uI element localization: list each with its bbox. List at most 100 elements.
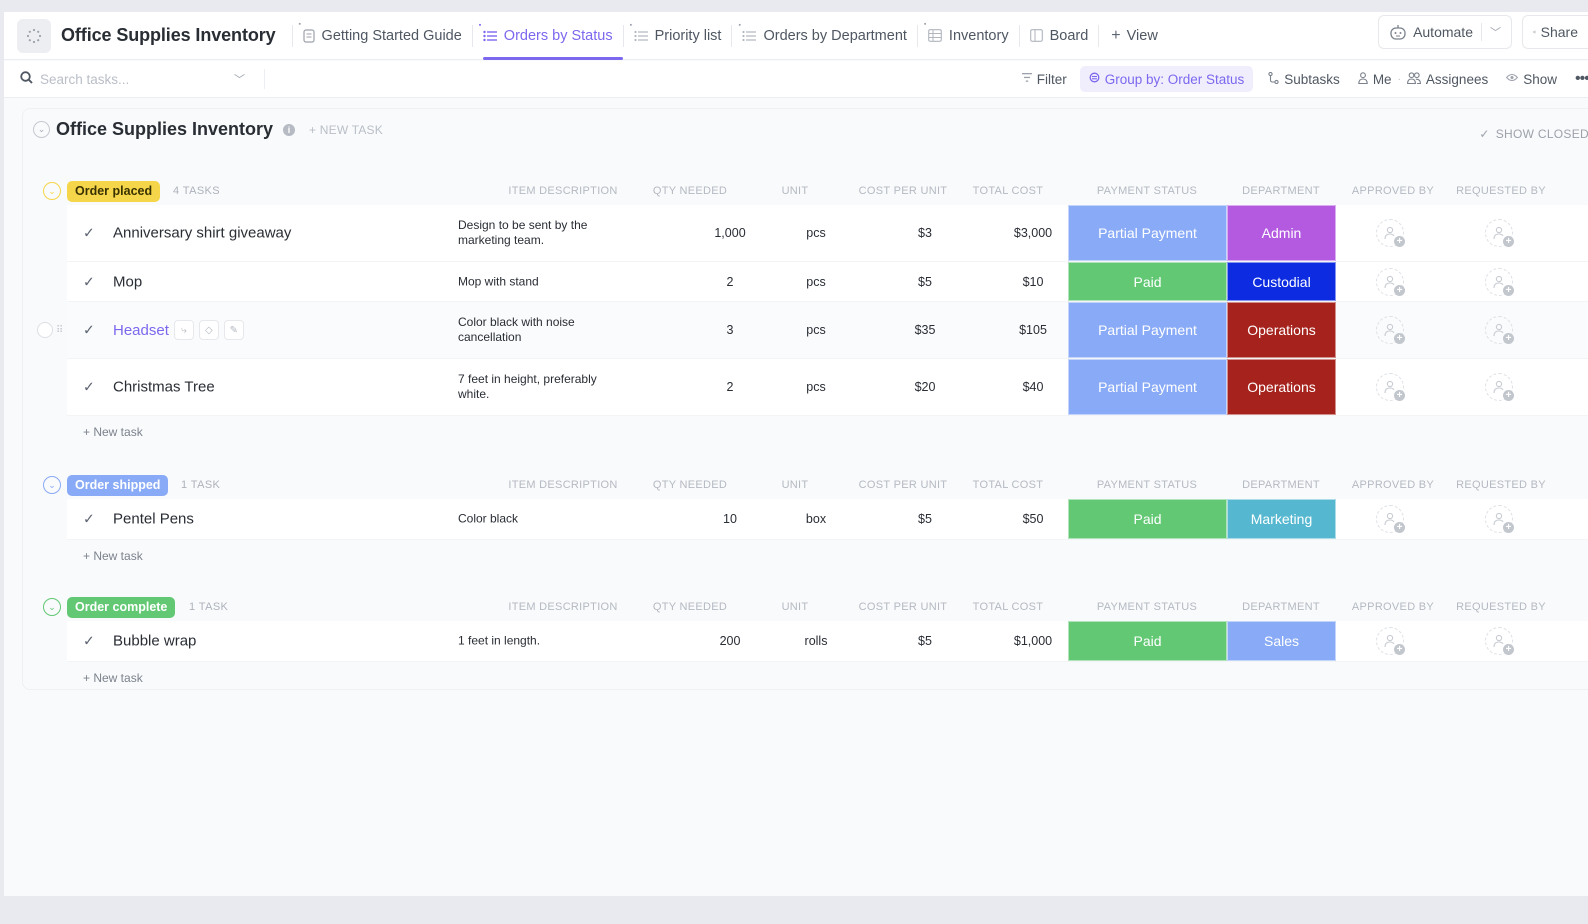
requested-by-avatar[interactable]: + [1485,627,1514,655]
column-header-qty-needed[interactable]: QTY NEEDED [645,479,735,491]
tab-board[interactable]: Board [1020,12,1099,60]
column-header-unit[interactable]: UNIT [775,185,815,197]
column-header-qty-needed[interactable]: QTY NEEDED [645,185,735,197]
qty-needed-cell[interactable]: 2 [685,380,775,394]
task-row[interactable]: ✓ Mop Mop with stand 2 pcs $5 $10 Paid Custodial… [67,262,1588,302]
payment-status-pill[interactable]: Partial Payment [1068,359,1227,415]
cost-per-unit-cell[interactable]: $5 [885,512,965,526]
approved-by-avatar[interactable]: + [1376,316,1405,344]
tag-icon[interactable]: ◇ [198,320,219,340]
cost-per-unit-cell[interactable]: $5 [885,634,965,648]
payment-status-pill[interactable]: Paid [1068,499,1227,539]
column-header-approved-by[interactable]: APPROVED BY [1343,185,1443,197]
payment-status-pill[interactable]: Paid [1068,262,1227,301]
space-icon[interactable] [17,18,51,53]
tab-orders-by-status[interactable]: ▪ Orders by Status [473,12,623,60]
collapse-group-toggle[interactable]: ⌄ [43,476,61,494]
task-status-check-icon[interactable]: ✓ [83,225,95,242]
task-name[interactable]: Mop [113,273,142,290]
task-status-check-icon[interactable]: ✓ [83,273,95,290]
item-description-cell[interactable]: Mop with stand [458,274,628,289]
payment-status-pill[interactable]: Partial Payment [1068,302,1227,358]
task-row[interactable]: ✓ Christmas Tree 7 feet in height, prefera… [67,359,1588,416]
column-header-cost-per-unit[interactable]: COST PER UNIT [853,479,953,491]
requested-by-avatar[interactable]: + [1485,267,1514,296]
subtasks-button[interactable]: Subtasks [1259,71,1349,87]
approved-by-avatar[interactable]: + [1376,505,1405,533]
search-input[interactable] [40,71,230,87]
total-cost-cell[interactable]: $1,000 [993,634,1073,648]
task-row[interactable]: ✓ Anniversary shirt giveaway Design to be … [67,205,1588,262]
column-header-cost-per-unit[interactable]: COST PER UNIT [853,185,953,197]
new-task-header-button[interactable]: + NEW TASK [309,123,383,137]
column-header-item-description[interactable]: ITEM DESCRIPTION [488,479,638,491]
task-status-check-icon[interactable]: ✓ [83,633,95,650]
column-header-item-description[interactable]: ITEM DESCRIPTION [488,185,638,197]
column-header-total-cost[interactable]: TOTAL COST [968,479,1048,491]
cost-per-unit-cell[interactable]: $3 [885,226,965,240]
task-name-text[interactable]: Bubble wrap [113,633,196,650]
group-by-button[interactable]: Group by: Order Status [1079,66,1254,92]
edit-pencil-icon[interactable]: ✎ [223,320,244,340]
task-name-text[interactable]: Headset [113,322,169,339]
department-pill[interactable]: Operations [1227,359,1336,415]
tab-orders-by-department[interactable]: ▪ Orders by Department [732,12,916,60]
department-pill[interactable]: Admin [1227,205,1336,261]
show-closed-toggle[interactable]: ✓ SHOW CLOSED [1479,127,1588,141]
row-select-handle[interactable]: ⠿ [37,322,63,338]
automate-button[interactable]: Automate ﹀ [1378,15,1512,49]
column-header-requested-by[interactable]: REQUESTED BY [1451,185,1551,197]
approved-by-avatar[interactable]: + [1376,373,1405,401]
task-name[interactable]: Christmas Tree [113,379,215,396]
collapse-group-toggle[interactable]: ⌄ [43,182,61,200]
payment-status-pill[interactable]: Paid [1068,621,1227,661]
task-row[interactable]: ✓ Bubble wrap 1 feet in length. 200 rolls $5 $… [67,621,1588,662]
unit-cell[interactable]: pcs [795,275,837,289]
requested-by-avatar[interactable]: + [1485,219,1514,247]
collapse-list-toggle[interactable]: ⌄ [33,121,50,138]
task-row[interactable]: ✓ Pentel Pens Color black 10 box $5 $50 Paid Mar… [67,499,1588,540]
task-name-text[interactable]: Anniversary shirt giveaway [113,225,291,242]
department-pill[interactable]: Sales [1227,621,1336,661]
me-filter-button[interactable]: Me [1349,72,1401,87]
requested-by-avatar[interactable]: + [1485,373,1514,401]
unit-cell[interactable]: box [795,512,837,526]
total-cost-cell[interactable]: $40 [993,380,1073,394]
cost-per-unit-cell[interactable]: $20 [885,380,965,394]
task-name-text[interactable]: Pentel Pens [113,511,194,528]
column-header-department[interactable]: DEPARTMENT [1227,185,1335,197]
column-header-total-cost[interactable]: TOTAL COST [968,601,1048,613]
cost-per-unit-cell[interactable]: $35 [885,323,965,337]
task-name-text[interactable]: Mop [113,273,142,290]
cost-per-unit-cell[interactable]: $5 [885,275,965,289]
drag-handle-icon[interactable]: ⠿ [56,325,63,336]
subtask-icon[interactable]: ⤷ [173,320,194,340]
new-task-button[interactable]: + New task [83,662,1588,694]
qty-needed-cell[interactable]: 1,000 [685,226,775,240]
column-header-payment-status[interactable]: PAYMENT STATUS [1068,185,1226,197]
column-header-approved-by[interactable]: APPROVED BY [1343,601,1443,613]
new-task-button[interactable]: + New task [83,540,1588,572]
column-header-unit[interactable]: UNIT [775,601,815,613]
status-badge[interactable]: Order shipped [67,474,169,496]
department-pill[interactable]: Operations [1227,302,1336,358]
approved-by-avatar[interactable]: + [1376,219,1405,247]
unit-cell[interactable]: rolls [795,634,837,648]
tab-priority-list[interactable]: ▪ Priority list [624,12,732,60]
total-cost-cell[interactable]: $3,000 [993,226,1073,240]
task-status-check-icon[interactable]: ✓ [83,379,95,396]
requested-by-avatar[interactable]: + [1485,316,1514,344]
share-button[interactable]: Share [1522,15,1588,49]
column-header-department[interactable]: DEPARTMENT [1227,479,1335,491]
requested-by-avatar[interactable]: + [1485,505,1514,533]
task-name[interactable]: Anniversary shirt giveaway [113,225,291,242]
item-description-cell[interactable]: 7 feet in height, preferably white. [458,372,628,402]
column-header-requested-by[interactable]: REQUESTED BY [1451,601,1551,613]
unit-cell[interactable]: pcs [795,323,837,337]
department-pill[interactable]: Marketing [1227,499,1336,539]
item-description-cell[interactable]: Color black with noise cancellation [458,315,628,345]
task-status-check-icon[interactable]: ✓ [83,322,95,339]
qty-needed-cell[interactable]: 3 [685,323,775,337]
unit-cell[interactable]: pcs [795,226,837,240]
show-button[interactable]: Show [1497,72,1566,87]
